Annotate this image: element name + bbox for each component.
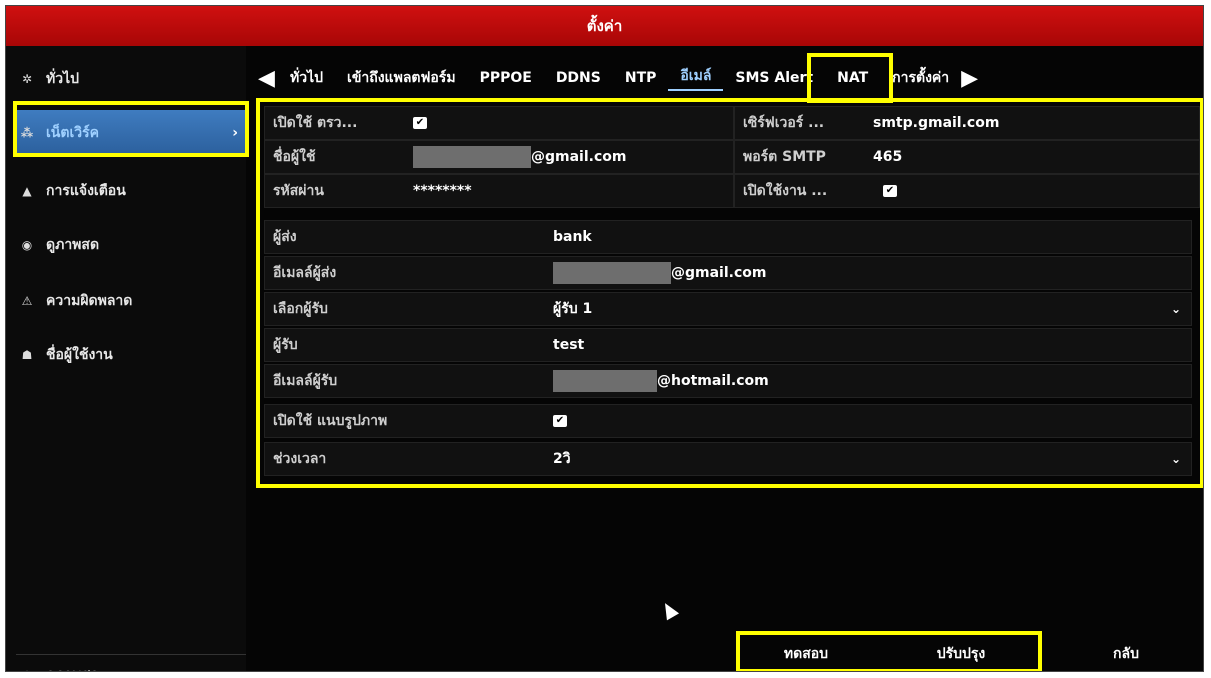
attach-image-label: เปิดใช้ แนบรูปภาพ bbox=[273, 413, 388, 429]
sender-label: ผู้ส่ง bbox=[273, 229, 297, 245]
window-title: ตั้งค่า bbox=[6, 6, 1203, 46]
recipient-row: ผู้รับ test bbox=[264, 328, 1192, 362]
home-icon: ⌂ bbox=[16, 667, 38, 671]
tab-bar: ◀ ทั่วไป เข้าถึงแพลตฟอร์ม PPPOE DDNS NTP… bbox=[258, 58, 1203, 98]
smtp-port-field[interactable]: 465 bbox=[873, 149, 902, 165]
username-label: ชื่อผู้ใช้ bbox=[273, 149, 316, 165]
gear-icon: ✲ bbox=[21, 72, 33, 86]
chevron-right-icon: › bbox=[232, 125, 238, 141]
enable-ssl-row: เปิดใช้งาน ... ✔ bbox=[734, 174, 1200, 208]
eye-icon: ◉ bbox=[21, 238, 33, 252]
sidebar-item-general[interactable]: ✲ ทั่วไป bbox=[16, 56, 246, 102]
password-row: รหัสผ่าน ******** bbox=[264, 174, 734, 208]
tab-scroll-right-icon[interactable]: ▶ bbox=[961, 66, 981, 91]
back-button[interactable]: กลับ bbox=[1076, 634, 1176, 671]
sidebar-item-label: ดูภาพสด bbox=[46, 237, 100, 253]
sidebar-item-label: ความผิดพลาด bbox=[46, 293, 133, 309]
smtp-port-label: พอร์ต SMTP bbox=[743, 149, 826, 165]
sidebar-item-label: เน็ตเวิร์ค bbox=[46, 125, 99, 141]
redacted-block bbox=[413, 146, 531, 168]
settings-window: ตั้งค่า ✲ ทั่วไป ⁂ เน็ตเวิร์ค › ▲ การแจ้… bbox=[5, 5, 1204, 672]
apply-button[interactable]: ปรับปรุง bbox=[896, 634, 1026, 671]
password-field[interactable]: ******** bbox=[413, 183, 472, 199]
username-field[interactable]: @gmail.com bbox=[413, 146, 626, 168]
interval-label: ช่วงเวลา bbox=[273, 451, 327, 467]
sidebar-item-network[interactable]: ⁂ เน็ตเวิร์ค › bbox=[16, 110, 246, 156]
recipient-label: ผู้รับ bbox=[273, 337, 298, 353]
sender-email-row: อีเมลล์ผู้ส่ง @gmail.com bbox=[264, 256, 1192, 290]
select-recipient-dropdown[interactable]: ผู้รับ 1 bbox=[553, 298, 592, 320]
warning-icon: ⚠ bbox=[21, 294, 33, 308]
footer-buttons: ทดสอบ ปรับปรุง กลับ bbox=[246, 634, 1203, 671]
smtp-port-row: พอร์ต SMTP 465 bbox=[734, 140, 1200, 174]
recipient-field[interactable]: test bbox=[553, 337, 584, 353]
sidebar-item-label: ทั่วไป bbox=[46, 71, 80, 87]
smtp-server-row: เซิร์ฟเวอร์ ... smtp.gmail.com bbox=[734, 106, 1200, 140]
sender-email-suffix: @gmail.com bbox=[671, 265, 767, 281]
sender-row: ผู้ส่ง bank bbox=[264, 220, 1192, 254]
sender-field[interactable]: bank bbox=[553, 229, 592, 245]
recipient-email-field[interactable]: @hotmail.com bbox=[553, 370, 769, 392]
smtp-server-label: เซิร์ฟเวอร์ ... bbox=[743, 115, 825, 131]
interval-row: ช่วงเวลา 2วิ ⌄ bbox=[264, 442, 1192, 476]
sidebar-item-users[interactable]: ☗ ชื่อผู้ใช้งาน bbox=[16, 332, 246, 378]
tab-nat[interactable]: NAT bbox=[825, 70, 880, 86]
tab-sms-alert[interactable]: SMS Alert bbox=[723, 70, 825, 86]
test-button[interactable]: ทดสอบ bbox=[746, 634, 866, 671]
enable-auth-checkbox[interactable]: ✔ bbox=[413, 117, 427, 129]
redacted-block bbox=[553, 370, 657, 392]
attach-image-checkbox[interactable]: ✔ bbox=[553, 415, 567, 427]
sidebar-bottom-label: ดูภาพสด bbox=[46, 664, 99, 671]
recipient-email-suffix: @hotmail.com bbox=[657, 373, 769, 389]
chevron-down-icon[interactable]: ⌄ bbox=[1171, 302, 1181, 316]
tab-settings[interactable]: การตั้งค่า bbox=[880, 67, 961, 89]
attach-image-row: เปิดใช้ แนบรูปภาพ ✔ bbox=[264, 404, 1192, 438]
sidebar-item-label: การแจ้งเตือน bbox=[46, 183, 126, 199]
mouse-cursor-icon bbox=[658, 599, 680, 621]
enable-auth-row: เปิดใช้ ตรว... ✔ bbox=[264, 106, 734, 140]
select-recipient-row: เลือกผู้รับ ผู้รับ 1 ⌄ bbox=[264, 292, 1192, 326]
tab-email[interactable]: อีเมล์ bbox=[668, 65, 724, 91]
sidebar-item-errors[interactable]: ⚠ ความผิดพลาด bbox=[16, 278, 246, 324]
users-icon: ☗ bbox=[21, 348, 33, 362]
redacted-block bbox=[553, 262, 671, 284]
smtp-server-field[interactable]: smtp.gmail.com bbox=[873, 115, 999, 131]
sidebar-item-label: ชื่อผู้ใช้งาน bbox=[46, 347, 113, 363]
sidebar-item-live-view[interactable]: ◉ ดูภาพสด bbox=[16, 222, 246, 268]
sidebar-item-alarm[interactable]: ▲ การแจ้งเตือน bbox=[16, 168, 246, 214]
sidebar-live-view-button[interactable]: ⌂ ดูภาพสด bbox=[16, 654, 246, 671]
tab-platform-access[interactable]: เข้าถึงแพลตฟอร์ม bbox=[335, 67, 468, 89]
chevron-down-icon[interactable]: ⌄ bbox=[1171, 452, 1181, 466]
network-icon: ⁂ bbox=[20, 126, 34, 140]
tab-general[interactable]: ทั่วไป bbox=[278, 67, 335, 89]
enable-auth-label: เปิดใช้ ตรว... bbox=[273, 115, 358, 131]
tab-pppoe[interactable]: PPPOE bbox=[468, 70, 544, 86]
sidebar: ✲ ทั่วไป ⁂ เน็ตเวิร์ค › ▲ การแจ้งเตือน ◉… bbox=[6, 46, 246, 671]
sender-email-field[interactable]: @gmail.com bbox=[553, 262, 766, 284]
enable-ssl-checkbox[interactable]: ✔ bbox=[883, 185, 897, 197]
username-suffix: @gmail.com bbox=[531, 149, 627, 165]
alarm-icon: ▲ bbox=[22, 184, 32, 198]
enable-ssl-label: เปิดใช้งาน ... bbox=[743, 183, 828, 199]
interval-dropdown[interactable]: 2วิ bbox=[553, 448, 571, 470]
recipient-email-label: อีเมลล์ผู้รับ bbox=[273, 373, 338, 389]
recipient-email-row: อีเมลล์ผู้รับ @hotmail.com bbox=[264, 364, 1192, 398]
username-row: ชื่อผู้ใช้ @gmail.com bbox=[264, 140, 734, 174]
select-recipient-label: เลือกผู้รับ bbox=[273, 301, 328, 317]
tab-scroll-left-icon[interactable]: ◀ bbox=[258, 66, 278, 91]
tab-ddns[interactable]: DDNS bbox=[544, 70, 613, 86]
tab-ntp[interactable]: NTP bbox=[613, 70, 669, 86]
sender-email-label: อีเมลล์ผู้ส่ง bbox=[273, 265, 337, 281]
password-label: รหัสผ่าน bbox=[273, 183, 324, 199]
